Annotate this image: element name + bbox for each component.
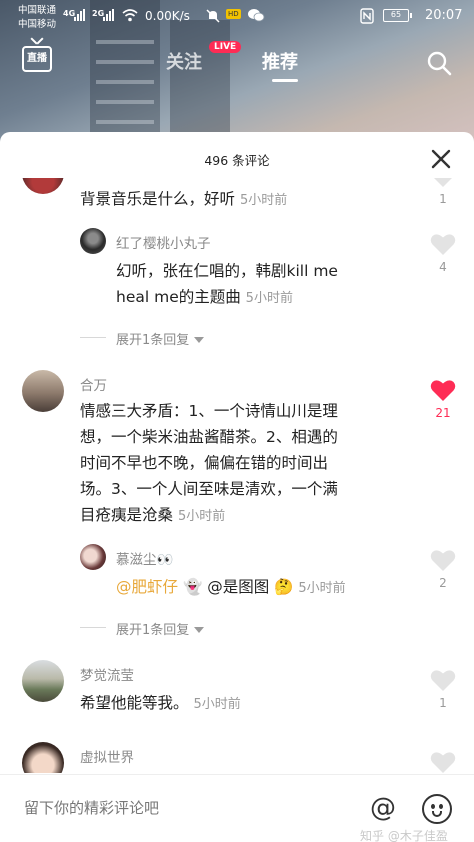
chevron-down-icon (194, 627, 205, 633)
comment-text: 背景音乐是什么，好听 5小时前 (80, 186, 287, 214)
avatar[interactable] (80, 544, 106, 570)
signal-icon-2 (103, 9, 114, 21)
avatar[interactable] (22, 370, 64, 412)
carrier-1: 中国联通 (18, 5, 57, 16)
heart-icon[interactable] (430, 178, 456, 188)
tab-follow[interactable]: 关注 (166, 48, 202, 74)
expand-replies-label: 展开1条回复 (116, 623, 190, 638)
comment-time: 5小时前 (193, 697, 241, 712)
comment-time: 5小时前 (245, 291, 293, 306)
mute-bell-icon (206, 9, 220, 23)
like-count: 21 (435, 406, 451, 420)
like-count: 1 (439, 192, 447, 206)
watermark: 知乎 @木子佳盈 (360, 829, 448, 842)
carrier-labels: 中国联通 中国移动 (18, 4, 56, 32)
status-bar: 中国联通 中国移动 4G 2G 0.00K/s HD 65 20:07 (0, 0, 474, 34)
heart-icon[interactable] (430, 750, 456, 773)
emoji-mouth (432, 811, 442, 817)
search-icon[interactable] (426, 50, 452, 76)
username[interactable]: 合万 (80, 374, 107, 394)
comment-time: 5小时前 (298, 581, 346, 596)
battery-icon: 65 (383, 9, 412, 22)
username[interactable]: 慕滋尘👀 (116, 548, 173, 568)
comment-count-title: 496 条评论 (204, 153, 270, 168)
comment-line: 想，一个柴米油盐酱醋茶。2、相遇的 (80, 428, 338, 446)
username[interactable]: 虚拟世界 (80, 746, 134, 766)
heart-icon[interactable] (430, 668, 456, 692)
username[interactable]: 红了樱桃小丸子 (116, 232, 211, 252)
comment-body: 背景音乐是什么，好听 (80, 190, 236, 208)
expand-replies-button[interactable]: 展开1条回复 (116, 619, 205, 638)
comment-text: 幻听，张在仁唱的，韩剧kill me heal me的主题曲 5小时前 (116, 258, 338, 312)
comment-body: 希望他能等我。 (80, 694, 189, 712)
expand-replies-label: 展开1条回复 (116, 333, 190, 348)
tab-recommend[interactable]: 推荐 (262, 48, 298, 74)
wechat-icon (248, 9, 265, 22)
heart-icon[interactable] (430, 548, 456, 572)
comment-line: 目疮痍是沧桑 (80, 506, 174, 524)
username[interactable]: 梦觉流莹 (80, 664, 134, 684)
comment-input-bar: 留下你的精彩评论吧 @ 知乎 @木子佳盈 (0, 774, 474, 842)
comment-body: @是图图 (207, 578, 270, 596)
comment-time: 5小时前 (177, 509, 226, 524)
comment-line: 情感三大矛盾：1、一个诗情山川是理 (80, 402, 338, 420)
comment-text: 情感三大矛盾：1、一个诗情山川是理 想，一个柴米油盐酱醋茶。2、相遇的 时间不早… (80, 398, 338, 530)
wifi-icon (122, 9, 138, 22)
expand-replies-button[interactable]: 展开1条回复 (116, 329, 205, 348)
comment-sheet: 496 条评论 背景音乐是什么，好听 5小时前 1 红了樱桃小丸子 幻听，张在仁… (0, 132, 474, 842)
sheet-header: 496 条评论 (0, 132, 474, 178)
carrier-2: 中国移动 (18, 19, 57, 30)
active-tab-indicator (272, 79, 298, 82)
thinking-emoji: 🤔 (274, 578, 294, 596)
like-count: 1 (439, 696, 447, 710)
avatar[interactable] (22, 742, 64, 773)
comment-line-2: heal me的主题曲 5小时前 (116, 284, 338, 312)
comment-line: 场。3、一个人间至味是清欢，一个满 (80, 480, 338, 498)
divider (80, 337, 106, 338)
close-icon[interactable] (430, 148, 452, 170)
like-count: 2 (439, 576, 447, 590)
live-badge: LIVE (209, 41, 242, 53)
comment-line: heal me的主题曲 (116, 288, 241, 306)
comment-line: 幻听，张在仁唱的，韩剧kill me (116, 262, 338, 280)
avatar[interactable] (22, 178, 64, 194)
comment-list[interactable]: 背景音乐是什么，好听 5小时前 1 红了樱桃小丸子 幻听，张在仁唱的，韩剧kil… (0, 178, 474, 773)
chevron-down-icon (194, 337, 205, 343)
ghost-emoji: 👻 (182, 578, 203, 596)
top-navigation: 直播 关注 LIVE 推荐 (0, 40, 474, 90)
comment-line: 时间不早也不晚，偏偏在错的时间出 (80, 454, 329, 472)
avatar[interactable] (80, 228, 106, 254)
like-count: 4 (439, 260, 447, 274)
mention-link[interactable]: @肥虾仔 (116, 578, 178, 596)
clock: 20:07 (425, 8, 463, 23)
network-speed: 0.00K/s (145, 9, 190, 23)
signal-icon-1 (74, 9, 85, 21)
comment-text: 希望他能等我。 5小时前 (80, 690, 241, 718)
comment-input[interactable]: 留下你的精彩评论吧 (24, 797, 159, 818)
heart-icon-liked[interactable] (430, 378, 456, 402)
comment-line-last: 目疮痍是沧桑 5小时前 (80, 502, 338, 530)
avatar[interactable] (22, 660, 64, 702)
hd-badge-icon: HD (226, 9, 241, 19)
nfc-icon (360, 8, 374, 24)
comment-text: @肥虾仔 👻 @是图图 🤔 5小时前 (116, 574, 346, 602)
mention-button[interactable]: @ (370, 793, 396, 823)
divider (80, 627, 106, 628)
comment-time: 5小时前 (239, 193, 288, 208)
emoji-icon[interactable] (422, 794, 452, 824)
live-tv-button[interactable]: 直播 (22, 46, 52, 72)
heart-icon[interactable] (430, 232, 456, 256)
